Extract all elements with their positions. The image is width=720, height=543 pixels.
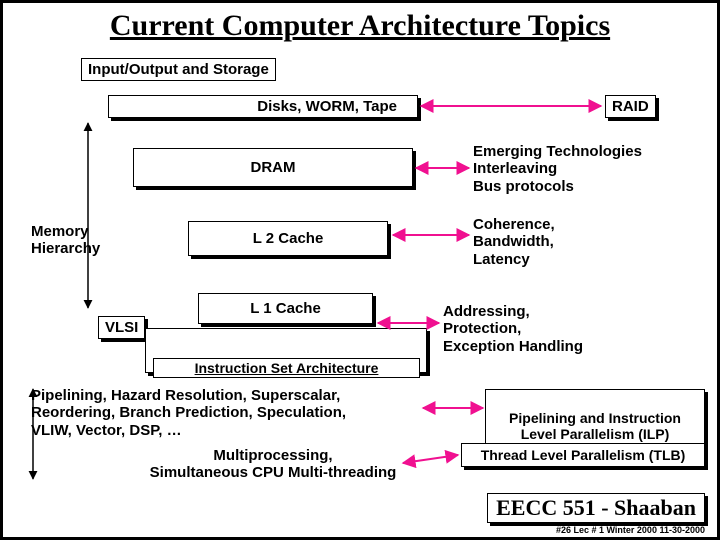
tlb-box: Thread Level Parallelism (TLB) <box>461 443 705 467</box>
footer-meta: #26 Lec # 1 Winter 2000 11-30-2000 <box>556 525 705 535</box>
io-storage-text: Input/Output and Storage <box>88 61 269 78</box>
disks-box: Disks, WORM, Tape <box>108 95 418 118</box>
raid-box: RAID <box>605 95 656 118</box>
isa-text: Instruction Set Architecture <box>195 360 379 376</box>
dram-text: DRAM <box>251 159 296 176</box>
slide: Current Computer Architecture Topics Inp… <box>0 0 720 540</box>
tlb-text: Thread Level Parallelism (TLB) <box>481 447 686 463</box>
slide-title: Current Computer Architecture Topics <box>3 3 717 45</box>
pipelining-ilp-text: Pipelining and Instruction Level Paralle… <box>509 410 681 442</box>
l2-cache-box: L 2 Cache <box>188 221 388 256</box>
dram-box: DRAM <box>133 148 413 187</box>
l2-cache-text: L 2 Cache <box>253 230 324 247</box>
addressing-text: Addressing, Protection, Exception Handli… <box>443 303 583 355</box>
io-storage-box: Input/Output and Storage <box>81 58 276 81</box>
footer-course: EECC 551 - Shaaban <box>487 493 705 523</box>
vlsi-box: VLSI <box>98 316 145 339</box>
vlsi-text: VLSI <box>105 319 138 336</box>
coherence-text: Coherence, Bandwidth, Latency <box>473 216 555 268</box>
l1-cache-box: L 1 Cache <box>198 293 373 324</box>
isa-box: Instruction Set Architecture <box>153 358 420 378</box>
pipelining-ilp-box: Pipelining and Instruction Level Paralle… <box>485 389 705 447</box>
raid-text: RAID <box>612 98 649 115</box>
memory-hierarchy-text: Memory Hierarchy <box>31 223 100 258</box>
pipelining-left-text: Pipelining, Hazard Resolution, Superscal… <box>31 387 346 439</box>
emerging-text: Emerging Technologies Interleaving Bus p… <box>473 143 642 195</box>
disks-text: Disks, WORM, Tape <box>257 98 397 115</box>
l1-cache-text: L 1 Cache <box>250 300 321 317</box>
multiprocessing-text: Multiprocessing, Simultaneous CPU Multi-… <box>103 447 443 482</box>
